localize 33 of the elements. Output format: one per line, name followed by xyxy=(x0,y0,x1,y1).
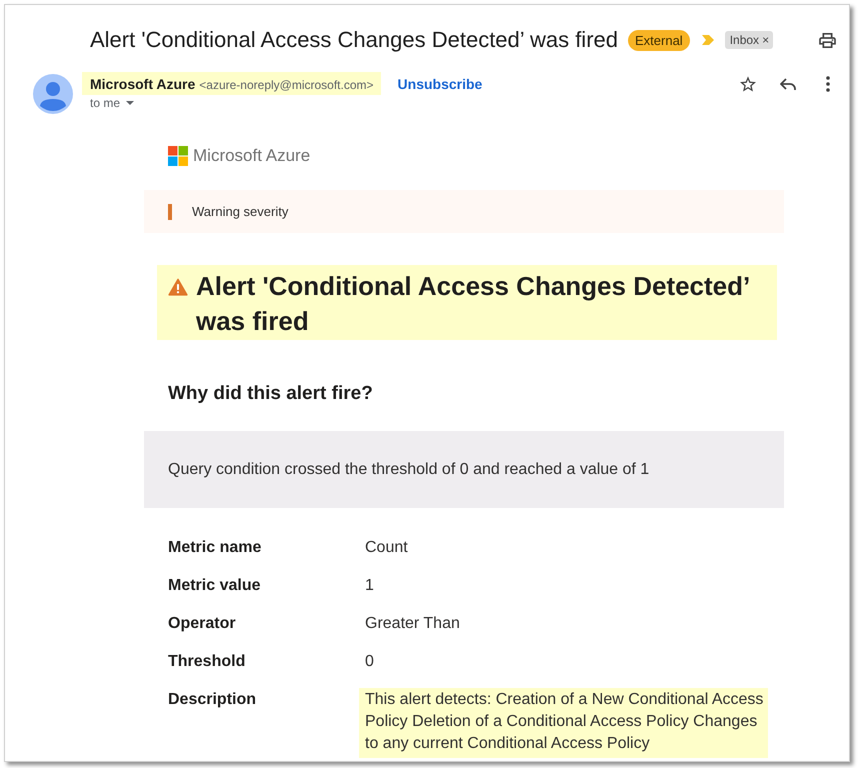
detail-label: Metric value xyxy=(168,576,262,596)
star-icon[interactable] xyxy=(740,76,756,92)
label-text[interactable]: Inbox xyxy=(730,32,760,48)
section-heading: Why did this alert fire? xyxy=(167,382,374,406)
condition-text: Query condition crossed the threshold of 0 and reached a value of 1 xyxy=(168,460,650,478)
unsubscribe-link[interactable]: Unsubscribe xyxy=(398,76,482,92)
print-icon[interactable] xyxy=(819,32,836,48)
external-badge: External xyxy=(628,30,690,50)
alert-heading: Alert 'Conditional Access Changes Detected’ was fired xyxy=(196,270,750,338)
severity-bar xyxy=(168,204,172,220)
sender-address: <azure-noreply@microsoft.com> xyxy=(199,78,374,92)
remove-label-button[interactable]: × xyxy=(762,32,770,48)
email-subject: Alert 'Conditional Access Changes Detected’ was fired xyxy=(90,27,618,53)
importance-marker-icon[interactable] xyxy=(702,34,714,46)
detail-value: 0 xyxy=(364,652,375,672)
more-icon[interactable] xyxy=(826,76,830,92)
detail-label: Description xyxy=(168,690,258,710)
four-squares-logo-icon xyxy=(168,146,188,166)
detail-label: Threshold xyxy=(168,652,246,672)
detail-label: Operator xyxy=(168,614,237,634)
severity-text: Warning severity xyxy=(192,204,288,219)
brand-name: Microsoft Azure xyxy=(193,146,310,166)
detail-value: This alert detects: Creation of a New Conditional Access Policy Deletion of a Conditional Access Policy Changes to any current Conditional Access Policy xyxy=(359,688,768,758)
recipient-text: to me xyxy=(90,96,120,110)
warning-icon xyxy=(168,278,188,296)
detail-value: 1 xyxy=(364,576,375,596)
detail-value: Greater Than xyxy=(364,614,461,634)
sender-name: Microsoft Azure xyxy=(90,76,196,92)
detail-value: Count xyxy=(364,538,409,558)
avatar-icon xyxy=(33,74,73,114)
caret-icon[interactable] xyxy=(126,101,134,105)
detail-label: Metric name xyxy=(168,538,262,558)
reply-icon[interactable] xyxy=(780,78,796,90)
